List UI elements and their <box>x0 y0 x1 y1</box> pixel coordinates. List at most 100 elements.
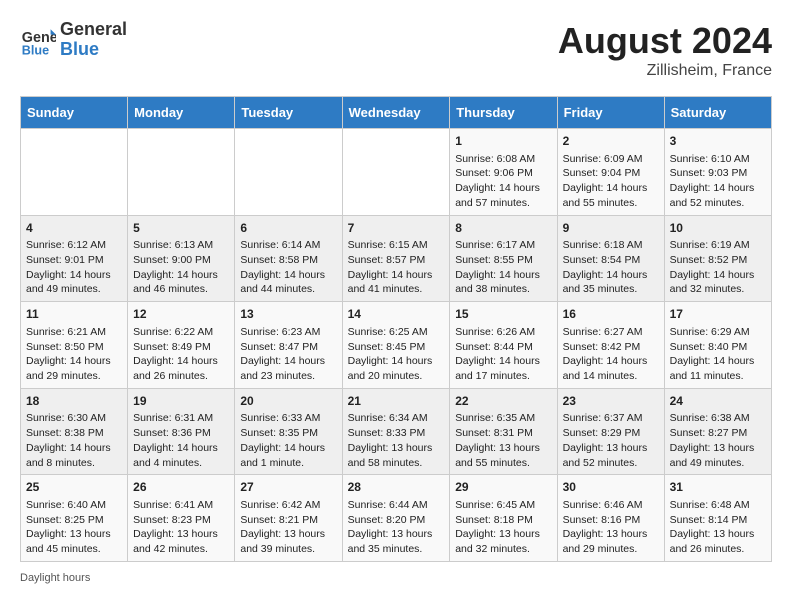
day-info: Daylight: 13 hours and 49 minutes. <box>670 441 766 470</box>
logo-text: General Blue <box>60 20 127 60</box>
day-info: Sunrise: 6:35 AM <box>455 411 551 426</box>
calendar-cell: 6Sunrise: 6:14 AMSunset: 8:58 PMDaylight… <box>235 215 342 302</box>
day-number: 31 <box>670 479 766 496</box>
day-number: 29 <box>455 479 551 496</box>
day-info: Daylight: 13 hours and 26 minutes. <box>670 527 766 556</box>
day-info: Sunset: 8:31 PM <box>455 426 551 441</box>
week-row-2: 4Sunrise: 6:12 AMSunset: 9:01 PMDaylight… <box>21 215 772 302</box>
day-info: Sunset: 9:03 PM <box>670 166 766 181</box>
day-info: Sunrise: 6:40 AM <box>26 498 122 513</box>
day-info: Sunrise: 6:21 AM <box>26 325 122 340</box>
day-number: 23 <box>563 393 659 410</box>
calendar-cell: 19Sunrise: 6:31 AMSunset: 8:36 PMDayligh… <box>128 388 235 475</box>
calendar-cell <box>21 129 128 216</box>
day-info: Sunset: 8:57 PM <box>348 253 445 268</box>
calendar-cell: 5Sunrise: 6:13 AMSunset: 9:00 PMDaylight… <box>128 215 235 302</box>
calendar-cell: 13Sunrise: 6:23 AMSunset: 8:47 PMDayligh… <box>235 302 342 389</box>
day-info: Sunrise: 6:37 AM <box>563 411 659 426</box>
day-number: 12 <box>133 306 229 323</box>
day-info: Sunrise: 6:12 AM <box>26 238 122 253</box>
day-info: Daylight: 13 hours and 32 minutes. <box>455 527 551 556</box>
week-row-3: 11Sunrise: 6:21 AMSunset: 8:50 PMDayligh… <box>21 302 772 389</box>
day-info: Sunset: 8:25 PM <box>26 513 122 528</box>
day-info: Daylight: 14 hours and 23 minutes. <box>240 354 336 383</box>
page-header: General Blue General Blue August 2024 Zi… <box>20 20 772 80</box>
day-number: 9 <box>563 220 659 237</box>
calendar-cell: 3Sunrise: 6:10 AMSunset: 9:03 PMDaylight… <box>664 129 771 216</box>
day-info: Daylight: 14 hours and 1 minute. <box>240 441 336 470</box>
calendar-cell: 1Sunrise: 6:08 AMSunset: 9:06 PMDaylight… <box>450 129 557 216</box>
day-info: Sunset: 8:58 PM <box>240 253 336 268</box>
day-number: 28 <box>348 479 445 496</box>
header-wednesday: Wednesday <box>342 97 450 129</box>
day-info: Sunset: 8:18 PM <box>455 513 551 528</box>
day-info: Sunrise: 6:09 AM <box>563 152 659 167</box>
calendar-cell: 11Sunrise: 6:21 AMSunset: 8:50 PMDayligh… <box>21 302 128 389</box>
calendar-cell: 14Sunrise: 6:25 AMSunset: 8:45 PMDayligh… <box>342 302 450 389</box>
day-number: 27 <box>240 479 336 496</box>
week-row-4: 18Sunrise: 6:30 AMSunset: 8:38 PMDayligh… <box>21 388 772 475</box>
day-info: Sunrise: 6:17 AM <box>455 238 551 253</box>
calendar-cell: 4Sunrise: 6:12 AMSunset: 9:01 PMDaylight… <box>21 215 128 302</box>
day-number: 4 <box>26 220 122 237</box>
day-info: Sunset: 9:06 PM <box>455 166 551 181</box>
day-info: Sunset: 8:29 PM <box>563 426 659 441</box>
calendar-cell: 27Sunrise: 6:42 AMSunset: 8:21 PMDayligh… <box>235 475 342 562</box>
day-info: Sunrise: 6:22 AM <box>133 325 229 340</box>
day-info: Sunset: 8:23 PM <box>133 513 229 528</box>
calendar-cell: 10Sunrise: 6:19 AMSunset: 8:52 PMDayligh… <box>664 215 771 302</box>
day-info: Daylight: 13 hours and 52 minutes. <box>563 441 659 470</box>
day-number: 3 <box>670 133 766 150</box>
page-subtitle: Zillisheim, France <box>558 62 772 80</box>
calendar-cell: 25Sunrise: 6:40 AMSunset: 8:25 PMDayligh… <box>21 475 128 562</box>
calendar-cell: 15Sunrise: 6:26 AMSunset: 8:44 PMDayligh… <box>450 302 557 389</box>
svg-text:Blue: Blue <box>22 43 49 57</box>
logo-line1: General <box>60 20 127 40</box>
day-info: Daylight: 14 hours and 4 minutes. <box>133 441 229 470</box>
calendar-cell: 22Sunrise: 6:35 AMSunset: 8:31 PMDayligh… <box>450 388 557 475</box>
day-number: 16 <box>563 306 659 323</box>
day-info: Sunrise: 6:30 AM <box>26 411 122 426</box>
day-info: Daylight: 14 hours and 57 minutes. <box>455 181 551 210</box>
day-info: Daylight: 14 hours and 55 minutes. <box>563 181 659 210</box>
calendar-cell: 16Sunrise: 6:27 AMSunset: 8:42 PMDayligh… <box>557 302 664 389</box>
day-info: Daylight: 13 hours and 55 minutes. <box>455 441 551 470</box>
day-info: Sunrise: 6:19 AM <box>670 238 766 253</box>
day-info: Sunrise: 6:34 AM <box>348 411 445 426</box>
week-row-1: 1Sunrise: 6:08 AMSunset: 9:06 PMDaylight… <box>21 129 772 216</box>
day-number: 13 <box>240 306 336 323</box>
calendar-cell: 21Sunrise: 6:34 AMSunset: 8:33 PMDayligh… <box>342 388 450 475</box>
day-number: 7 <box>348 220 445 237</box>
day-number: 21 <box>348 393 445 410</box>
day-info: Sunset: 8:50 PM <box>26 340 122 355</box>
calendar-header-row: SundayMondayTuesdayWednesdayThursdayFrid… <box>21 97 772 129</box>
day-info: Daylight: 14 hours and 52 minutes. <box>670 181 766 210</box>
calendar-cell: 26Sunrise: 6:41 AMSunset: 8:23 PMDayligh… <box>128 475 235 562</box>
day-info: Daylight: 14 hours and 41 minutes. <box>348 268 445 297</box>
logo-line2: Blue <box>60 40 127 60</box>
day-info: Sunset: 8:42 PM <box>563 340 659 355</box>
header-thursday: Thursday <box>450 97 557 129</box>
day-info: Daylight: 13 hours and 58 minutes. <box>348 441 445 470</box>
day-info: Daylight: 14 hours and 11 minutes. <box>670 354 766 383</box>
day-info: Sunrise: 6:27 AM <box>563 325 659 340</box>
day-info: Daylight: 13 hours and 35 minutes. <box>348 527 445 556</box>
day-info: Daylight: 13 hours and 29 minutes. <box>563 527 659 556</box>
day-info: Daylight: 14 hours and 20 minutes. <box>348 354 445 383</box>
day-info: Sunset: 8:36 PM <box>133 426 229 441</box>
day-info: Daylight: 14 hours and 17 minutes. <box>455 354 551 383</box>
header-sunday: Sunday <box>21 97 128 129</box>
calendar-cell: 8Sunrise: 6:17 AMSunset: 8:55 PMDaylight… <box>450 215 557 302</box>
day-info: Sunrise: 6:41 AM <box>133 498 229 513</box>
day-info: Sunset: 8:16 PM <box>563 513 659 528</box>
day-info: Daylight: 14 hours and 32 minutes. <box>670 268 766 297</box>
header-monday: Monday <box>128 97 235 129</box>
day-info: Daylight: 14 hours and 49 minutes. <box>26 268 122 297</box>
day-info: Sunrise: 6:46 AM <box>563 498 659 513</box>
day-info: Sunset: 8:38 PM <box>26 426 122 441</box>
day-info: Daylight: 14 hours and 44 minutes. <box>240 268 336 297</box>
day-info: Sunrise: 6:14 AM <box>240 238 336 253</box>
day-number: 17 <box>670 306 766 323</box>
day-info: Sunset: 8:33 PM <box>348 426 445 441</box>
header-saturday: Saturday <box>664 97 771 129</box>
